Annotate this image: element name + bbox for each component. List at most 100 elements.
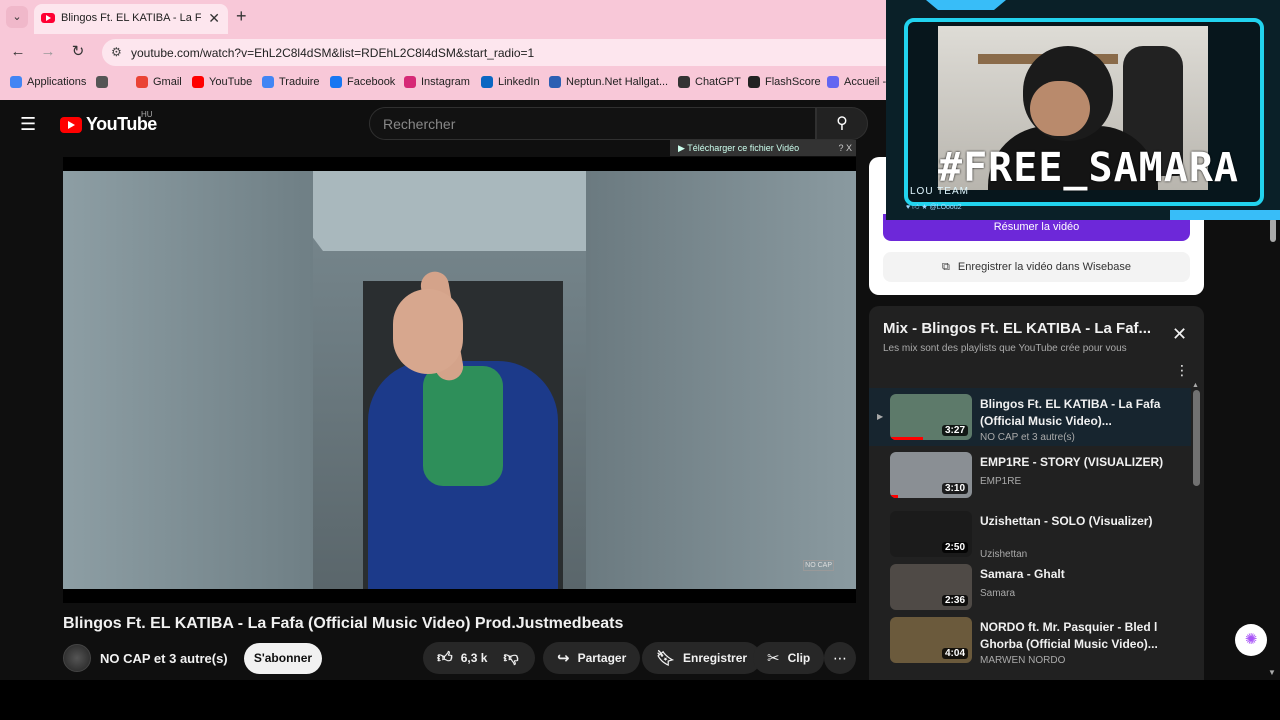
save-to-wisebase-label: Enregistrer la vidéo dans Wisebase — [957, 261, 1131, 273]
download-video-label: Télécharger ce fichier Vidéo — [687, 143, 800, 153]
accueil-icon — [827, 76, 839, 88]
tab-search-button[interactable]: ⌄ — [6, 6, 28, 28]
scene-wall-left — [63, 171, 313, 589]
ai-assistant-brain-icon[interactable]: ✺ — [1235, 624, 1267, 656]
playlist-items: ▶ 3:27 Blingos Ft. EL KATIBA - La Fafa (Of… — [869, 388, 1204, 680]
playlist-scrollbar[interactable] — [1193, 390, 1200, 486]
bookmark-neptun-net-hallgat[interactable]: Neptun.Net Hallgat... — [549, 76, 668, 88]
url-text: youtube.com/watch?v=EhL2C8l4dSM&list=RDE… — [131, 46, 535, 60]
gmail-icon — [136, 76, 148, 88]
playlist-item[interactable]: 3:10 EMP1RE - STORY (VISUALIZER) EMP1RE — [869, 446, 1191, 504]
playlist-thumbnail[interactable]: 2:36 — [890, 564, 972, 610]
facebook-icon — [330, 76, 342, 88]
clip-button[interactable]: ✂ Clip — [753, 642, 825, 674]
bookmark-applications[interactable]: Applications — [10, 76, 86, 88]
tab-close-icon[interactable]: ✕ — [208, 10, 220, 27]
cam-person-face — [1030, 81, 1090, 136]
country-code: HU — [141, 110, 153, 119]
bookmark-extensions[interactable] — [96, 76, 108, 88]
duration-badge: 4:04 — [941, 648, 968, 659]
bookmark-label: Facebook — [347, 76, 396, 88]
playlist-item[interactable]: 2:36 Samara - Ghalt Samara — [869, 558, 1191, 616]
download-bar-controls[interactable]: ? X — [838, 140, 852, 156]
bookmark-facebook[interactable]: Facebook — [330, 76, 395, 88]
subscribe-button[interactable]: S'abonner — [244, 643, 322, 674]
linkedin-icon — [481, 76, 493, 88]
share-button[interactable]: ↪ Partager — [543, 642, 641, 674]
playlist-item-artist: NO CAP et 3 autre(s) — [980, 432, 1075, 443]
reload-button[interactable]: ↻ — [66, 40, 90, 64]
bookmark-label: Instagram — [421, 76, 470, 88]
overlay-social-handle: ♥ 👍︎ ★ @LOoou2 — [906, 204, 962, 211]
playlist-thumbnail[interactable]: 3:10 — [890, 452, 972, 498]
youtube-play-icon — [60, 116, 82, 133]
bookmark-gmail[interactable]: Gmail — [136, 76, 182, 88]
video-frame[interactable]: NO CAP — [63, 171, 856, 589]
scroll-down-arrow-icon[interactable]: ▼ — [1268, 668, 1276, 677]
thumbs-down-icon[interactable]: 👎︎ — [503, 649, 518, 667]
bookmark-label: LinkedIn — [498, 76, 540, 88]
forward-button[interactable]: → — [36, 40, 60, 64]
close-icon[interactable]: ✕ — [1172, 324, 1187, 345]
playlist-item[interactable]: 2:50 Uzishettan - SOLO (Visualizer) Uzishe… — [869, 505, 1191, 563]
bookmark-youtube[interactable]: YouTube — [192, 76, 252, 88]
bookmark-label: Neptun.Net Hallgat... — [566, 76, 669, 88]
like-count: 6,3 k — [460, 651, 488, 665]
video-player[interactable]: NO CAP — [63, 157, 856, 603]
page-scrollbar[interactable] — [1270, 218, 1276, 242]
playlist-thumbnail[interactable]: 3:27 — [890, 394, 972, 440]
bookmark-label: FlashScore — [765, 76, 821, 88]
channel-avatar[interactable] — [63, 644, 91, 672]
scroll-up-arrow-icon[interactable]: ▲ — [1192, 382, 1199, 389]
hamburger-menu-icon[interactable]: ☰ — [20, 114, 40, 134]
bookmark-accueil[interactable]: Accueil - — [827, 76, 886, 88]
address-bar[interactable]: ⚙ youtube.com/watch?v=EhL2C8l4dSM&list=R… — [102, 39, 902, 66]
new-tab-button[interactable]: + — [236, 6, 247, 27]
search-icon: ⚲ — [836, 115, 848, 132]
site-info-icon[interactable]: ⚙ — [111, 45, 122, 59]
save-button[interactable]: 🔖︎ Enregistrer — [642, 642, 762, 674]
bookmark-chatgpt[interactable]: ChatGPT — [678, 76, 741, 88]
playlist-item-artist: Samara — [980, 588, 1016, 599]
bookmark-label: Traduire — [279, 76, 320, 88]
scene-wall-right — [586, 171, 856, 589]
translate-icon — [262, 76, 274, 88]
instagram-icon — [404, 76, 416, 88]
playlist-thumbnail[interactable]: 4:04 — [890, 617, 972, 663]
scene-person-stripe — [423, 366, 503, 486]
youtube-favicon-icon — [41, 13, 55, 23]
more-actions-button[interactable]: ⋯ — [824, 642, 856, 674]
bookmark-flashscore[interactable]: FlashScore — [748, 76, 821, 88]
playlist-item[interactable]: ▶ 3:27 Blingos Ft. EL KATIBA - La Fafa (Of… — [869, 388, 1191, 446]
playlist-item[interactable]: 4:04 NORDO ft. Mr. Pasquier - Bled l Ghor… — [869, 611, 1191, 669]
bookmark-traduire[interactable]: Traduire — [262, 76, 320, 88]
tab-active[interactable]: Blingos Ft. EL KATIBA - La Fafa ✕ — [34, 4, 228, 34]
like-button[interactable]: 👍︎ 6,3 k 👎︎ — [423, 642, 535, 674]
playlist-item-artist: EMP1RE — [980, 476, 1022, 487]
download-video-bar[interactable]: ▶ Télécharger ce fichier Vidéo ? X — [670, 140, 856, 156]
overlay-accent — [926, 0, 1006, 10]
playlist-thumbnail[interactable]: 2:50 — [890, 511, 972, 557]
duration-badge: 3:10 — [941, 483, 968, 494]
bookmark-label: YouTube — [209, 76, 253, 88]
youtube-logo[interactable]: YouTube HU — [60, 110, 157, 135]
search-input[interactable]: Rechercher — [369, 107, 816, 140]
webcam-overlay: #FREE_SAMARA LOU TEAM ♥ 👍︎ ★ @LOoou2 — [886, 0, 1280, 220]
bookmark-icon: 🔖︎ — [656, 650, 676, 667]
back-button[interactable]: ← — [6, 40, 30, 64]
save-to-wisebase-button[interactable]: ⧉ Enregistrer la vidéo dans Wisebase — [883, 252, 1190, 282]
playlist-title[interactable]: Mix - Blingos Ft. EL KATIBA - La Faf... — [883, 320, 1163, 337]
bookmark-plus-icon: ⧉ — [942, 261, 950, 273]
bookmark-instagram[interactable]: Instagram — [404, 76, 470, 88]
thumbs-up-icon: 👍︎ — [437, 649, 453, 666]
clip-label: Clip — [787, 651, 811, 665]
bookmark-label: Applications — [27, 76, 87, 88]
video-title: Blingos Ft. EL KATIBA - La Fafa (Officia… — [63, 615, 624, 632]
social-handle: @LOoou2 — [929, 204, 962, 211]
bookmark-linkedin[interactable]: LinkedIn — [481, 76, 540, 88]
playlist-menu-icon[interactable]: ⋮ — [1175, 362, 1189, 379]
search-button[interactable]: ⚲ — [816, 107, 868, 140]
bookmark-label: Accueil - — [844, 76, 887, 88]
channel-name[interactable]: NO CAP et 3 autre(s) — [100, 651, 228, 666]
search-placeholder: Rechercher — [383, 116, 456, 132]
